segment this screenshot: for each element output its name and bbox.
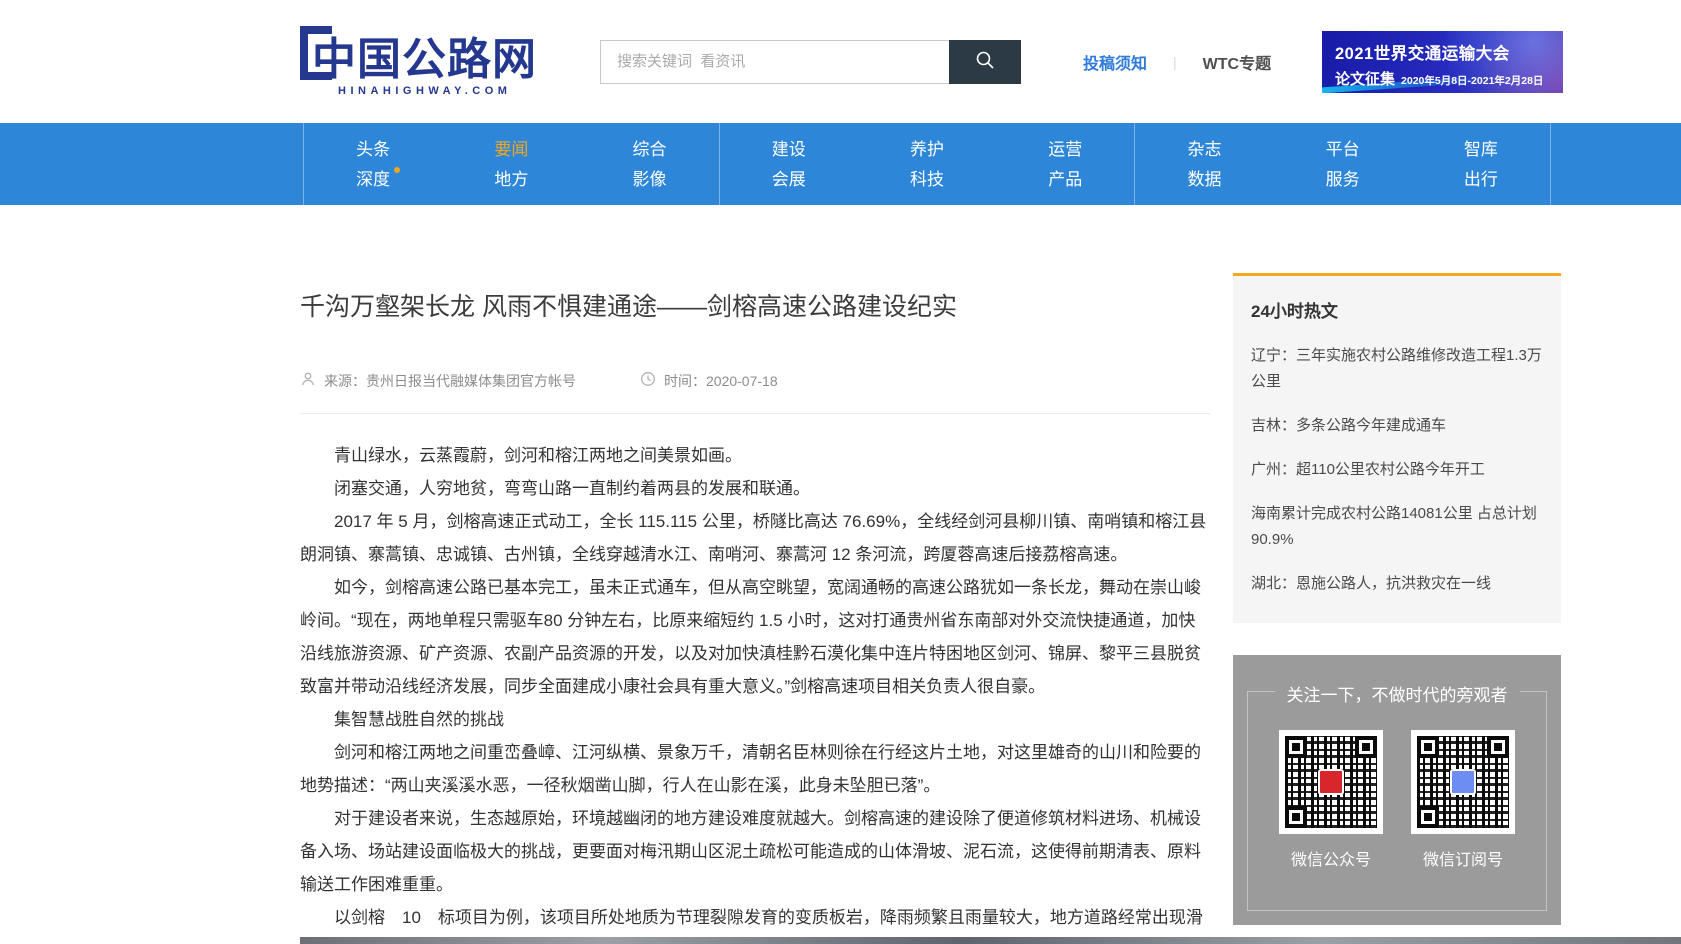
qr-finder-icon xyxy=(1417,736,1439,758)
article-time: 时间：2020-07-18 xyxy=(640,371,778,391)
qr-item-subscription-account: 微信订阅号 xyxy=(1411,730,1515,870)
article-paragraph: 以剑榕 10 标项目为例，该项目所处地质为节理裂隙发育的变质板岩，降雨频繁且雨量… xyxy=(300,901,1210,934)
nav-item-local[interactable]: 地方 xyxy=(494,169,528,190)
hot-article-link[interactable]: 吉林：多条公路今年建成通车 xyxy=(1251,413,1543,439)
nav-item-headlines[interactable]: 头条 xyxy=(356,139,390,160)
nav-item-platform[interactable]: 平台 xyxy=(1326,139,1360,160)
article-paragraph: 如今，剑榕高速公路已基本完工，虽未正式通车，但从高空眺望，宽阔通畅的高速公路犹如… xyxy=(300,571,1210,703)
source-label: 来源：贵州日报当代融媒体集团官方帐号 xyxy=(324,371,576,391)
nav-column: 综合 影像 xyxy=(580,123,718,205)
footer-strip xyxy=(300,937,1681,944)
article-paragraph: 对于建设者来说，生态越原始，环境越幽闭的地方建设难度就越大。剑榕高速的建设除了便… xyxy=(300,802,1210,901)
time-label: 时间：2020-07-18 xyxy=(664,371,778,391)
article-paragraph: 2017 年 5 月，剑榕高速正式动工，全长 115.115 公里，桥隧比高达 … xyxy=(300,505,1210,571)
article-paragraph: 集智慧战胜自然的挑战 xyxy=(300,703,1210,736)
banner-dates: 2020年5月8日-2021年2月28日 xyxy=(1401,73,1543,88)
nav-group-news: 头条 深度 要闻 地方 综合 影像 xyxy=(303,123,719,205)
nav-item-construction[interactable]: 建设 xyxy=(772,139,806,160)
hot-article-link[interactable]: 海南累计完成农村公路14081公里 占总计划90.9% xyxy=(1251,501,1543,553)
banner-title: 2021世界交通运输大会 xyxy=(1335,40,1563,64)
nav-item-media[interactable]: 影像 xyxy=(633,169,667,190)
nav-item-news-active[interactable]: 要闻 xyxy=(494,139,528,160)
hot-article-link[interactable]: 湖北：恩施公路人，抗洪救灾在一线 xyxy=(1251,571,1543,597)
nav-item-services[interactable]: 服务 xyxy=(1326,169,1360,190)
link-divider: | xyxy=(1173,54,1177,70)
hot-article-link[interactable]: 广州：超110公里农村公路今年开工 xyxy=(1251,457,1543,483)
article-paragraph: 闭塞交通，人穷地贫，弯弯山路一直制约着两县的发展和联通。 xyxy=(300,472,1210,505)
qr-finder-icon xyxy=(1285,736,1307,758)
nav-column: 要闻 地方 xyxy=(442,123,580,205)
article: 千沟万壑架长龙 风雨不惧建通途——剑榕高速公路建设纪实 来源：贵州日报当代融媒体… xyxy=(300,205,1210,934)
nav-item-magazine[interactable]: 杂志 xyxy=(1187,139,1221,160)
nav-column: 平台 服务 xyxy=(1274,123,1412,205)
article-title: 千沟万壑架长龙 风雨不惧建通途——剑榕高速公路建设纪实 xyxy=(300,291,1210,324)
nav-item-maintenance[interactable]: 养护 xyxy=(910,139,944,160)
follow-us-panel: 关注一下，不做时代的旁观者 微信公众号 xyxy=(1233,655,1561,925)
nav-group-platform: 杂志 数据 平台 服务 智库 出行 xyxy=(1134,123,1551,205)
logo-subtitle: HINAHIGHWAY.COM xyxy=(338,85,582,97)
qr-codes-row: 微信公众号 微信订阅号 xyxy=(1233,730,1561,870)
header-links: 投稿须知 | WTC专题 xyxy=(1083,50,1271,74)
hot-articles-panel: 24小时热文 辽宁：三年实施农村公路维修改造工程1.3万公里 吉林：多条公路今年… xyxy=(1233,273,1561,623)
search-button[interactable] xyxy=(949,40,1021,84)
nav-item-operation[interactable]: 运营 xyxy=(1048,139,1082,160)
wtc-conference-banner[interactable]: 2021世界交通运输大会 论文征集 2020年5月8日-2021年2月28日 xyxy=(1322,31,1563,93)
search-icon xyxy=(973,48,997,75)
main-nav: 头条 深度 要闻 地方 综合 影像 建设 会展 养护 科技 运营 xyxy=(0,123,1681,205)
main-content: 千沟万壑架长龙 风雨不惧建通途——剑榕高速公路建设纪实 来源：贵州日报当代融媒体… xyxy=(300,205,1561,934)
article-body: 青山绿水，云蒸霞蔚，剑河和榕江两地之间美景如画。 闭塞交通，人穷地贫，弯弯山路一… xyxy=(300,414,1210,934)
header-inner: 中国公路网 HINAHIGHWAY.COM 投稿须知 | WTC专题 2021世… xyxy=(300,0,1563,123)
search-bar xyxy=(600,40,1021,84)
qr-finder-icon xyxy=(1417,806,1439,828)
nav-column: 运营 产品 xyxy=(996,123,1134,205)
article-meta: 来源：贵州日报当代融媒体集团官方帐号 时间：2020-07-18 xyxy=(300,371,1210,414)
nav-item-thinktank[interactable]: 智库 xyxy=(1464,139,1498,160)
nav-column: 养护 科技 xyxy=(858,123,996,205)
qr-finder-icon xyxy=(1285,806,1307,828)
qr-caption: 微信公众号 xyxy=(1291,846,1371,870)
qr-center-logo-red xyxy=(1318,769,1344,795)
nav-item-products[interactable]: 产品 xyxy=(1048,169,1082,190)
nav-item-technology[interactable]: 科技 xyxy=(910,169,944,190)
hot-article-link[interactable]: 辽宁：三年实施农村公路维修改造工程1.3万公里 xyxy=(1251,343,1543,395)
sidebar: 24小时热文 辽宁：三年实施农村公路维修改造工程1.3万公里 吉林：多条公路今年… xyxy=(1233,205,1561,934)
nav-item-travel[interactable]: 出行 xyxy=(1464,169,1498,190)
nav-inner: 头条 深度 要闻 地方 综合 影像 建设 会展 养护 科技 运营 xyxy=(303,123,1551,205)
qr-code-official xyxy=(1279,730,1383,834)
qr-center-logo-blue xyxy=(1450,769,1476,795)
nav-group-industry: 建设 会展 养护 科技 运营 产品 xyxy=(719,123,1135,205)
site-logo[interactable]: 中国公路网 HINAHIGHWAY.COM xyxy=(300,26,582,97)
author-icon xyxy=(300,371,316,390)
nav-item-exhibition[interactable]: 会展 xyxy=(772,169,806,190)
wtc-special-link[interactable]: WTC专题 xyxy=(1203,50,1271,74)
logo-wordmark: 中国公路网 xyxy=(300,26,582,82)
qr-pattern xyxy=(1417,736,1509,828)
banner-subtitle-row: 论文征集 2020年5月8日-2021年2月28日 xyxy=(1335,68,1563,89)
qr-finder-icon xyxy=(1487,736,1509,758)
qr-caption: 微信订阅号 xyxy=(1423,846,1503,870)
qr-item-official-account: 微信公众号 xyxy=(1279,730,1383,870)
nav-item-data[interactable]: 数据 xyxy=(1187,169,1221,190)
article-source: 来源：贵州日报当代融媒体集团官方帐号 xyxy=(300,371,576,391)
qr-finder-icon xyxy=(1355,736,1377,758)
clock-icon xyxy=(640,371,656,390)
nav-column: 建设 会展 xyxy=(720,123,858,205)
nav-item-comprehensive[interactable]: 综合 xyxy=(633,139,667,160)
new-badge-dot xyxy=(394,167,400,173)
qr-code-subscription xyxy=(1411,730,1515,834)
qr-pattern xyxy=(1285,736,1377,828)
logo-title: 中国公路网 xyxy=(312,38,537,82)
search-input[interactable] xyxy=(600,40,950,84)
site-header: 中国公路网 HINAHIGHWAY.COM 投稿须知 | WTC专题 2021世… xyxy=(0,0,1681,123)
article-paragraph: 剑河和榕江两地之间重峦叠嶂、江河纵横、景象万千，清朝名臣林则徐在行经这片土地，对… xyxy=(300,736,1210,802)
submission-guidelines-link[interactable]: 投稿须知 xyxy=(1083,50,1147,74)
nav-item-depth[interactable]: 深度 xyxy=(356,169,390,190)
article-paragraph: 青山绿水，云蒸霞蔚，剑河和榕江两地之间美景如画。 xyxy=(300,439,1210,472)
banner-cta: 论文征集 xyxy=(1335,68,1395,89)
follow-us-title: 关注一下，不做时代的旁观者 xyxy=(1275,681,1520,706)
hot-articles-title: 24小时热文 xyxy=(1251,297,1543,322)
nav-column: 头条 深度 xyxy=(304,123,442,205)
nav-column: 杂志 数据 xyxy=(1135,123,1273,205)
nav-column: 智库 出行 xyxy=(1412,123,1550,205)
